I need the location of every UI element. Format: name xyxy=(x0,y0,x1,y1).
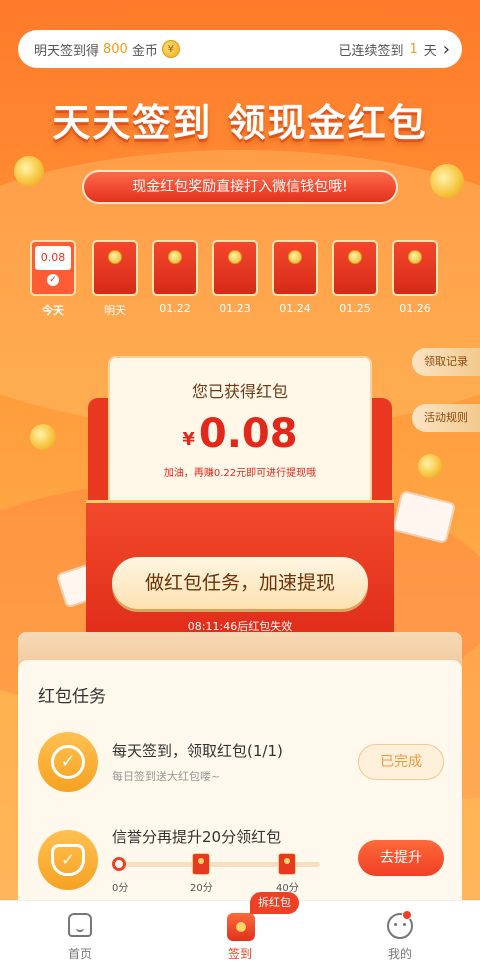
shield-check-icon: ✓ xyxy=(51,844,85,876)
open-envelope-badge[interactable]: 拆红包 xyxy=(250,892,299,914)
task-credit-icon: ✓ xyxy=(38,830,98,890)
wechat-payout-banner: 现金红包奖励直接打入微信钱包哦! xyxy=(82,170,398,204)
signin-reward-bar[interactable]: 明天签到得 800 金币 ¥ 已连续签到 1 天 › xyxy=(18,30,462,68)
signin-envelope-icon xyxy=(227,913,255,941)
nav-signin[interactable]: 签到 xyxy=(160,901,320,973)
page-headline: 天天签到 领现金红包 xyxy=(52,101,428,145)
red-envelope-icon xyxy=(392,240,438,296)
task-title: 信誉分再提升20分领红包 xyxy=(112,828,282,846)
nav-me[interactable]: 我的 xyxy=(320,901,480,973)
task-panel: 红包任务 ✓ 每天签到，领取红包(1/1) 每日签到送大红包喽~ 已完成 ✓ 信… xyxy=(18,660,462,920)
withdraw-hint: 加油，再赚0.22元即可进行提现哦 xyxy=(163,468,317,479)
day-label: 01.22 xyxy=(159,302,191,315)
day-0125[interactable]: 01.25 xyxy=(332,240,378,315)
opened-envelope-icon: 0.08 ✓ xyxy=(30,240,76,296)
notification-dot xyxy=(402,910,412,920)
day-0123[interactable]: 01.23 xyxy=(212,240,258,315)
nav-home[interactable]: 首页 xyxy=(0,901,160,973)
task-subtitle: 每日签到送大红包喽~ xyxy=(112,770,221,783)
red-envelope-icon xyxy=(272,240,318,296)
day-tomorrow[interactable]: 明天 xyxy=(92,240,138,318)
coin-decoration-icon xyxy=(418,454,442,478)
progress-start-marker xyxy=(112,857,126,871)
day-label: 01.23 xyxy=(219,302,251,315)
task-title: 每天签到，领取红包(1/1) xyxy=(112,742,283,760)
day-label: 01.25 xyxy=(339,302,371,315)
reward-amount-display: ¥ 0.08 xyxy=(110,412,370,456)
streak-info[interactable]: 已连续签到 1 天 › xyxy=(338,39,450,60)
reward-amount-value: 0.08 xyxy=(198,411,298,457)
progress-label: 20分 xyxy=(190,883,213,894)
red-envelope-icon xyxy=(332,240,378,296)
day-0126[interactable]: 01.26 xyxy=(392,240,438,315)
task-completed-button[interactable]: 已完成 xyxy=(358,744,444,780)
check-icon: ✓ xyxy=(47,274,59,286)
day-reward-value: 0.08 xyxy=(35,246,71,270)
task-checkin-icon: ✓ xyxy=(38,732,98,792)
activity-rules-button[interactable]: 活动规则 xyxy=(412,404,480,432)
red-envelope-icon xyxy=(152,240,198,296)
progress-envelope-icon xyxy=(278,853,296,875)
day-label: 01.26 xyxy=(399,302,431,315)
speed-up-withdraw-button[interactable]: 做红包任务，加速提现 xyxy=(112,557,368,609)
home-icon xyxy=(68,913,92,937)
signin-calendar: 0.08 ✓ 今天 明天 01.22 01.23 01.24 01.25 01.… xyxy=(30,240,450,320)
coin-decoration-icon xyxy=(30,424,56,450)
reward-prefix: 明天签到得 xyxy=(34,43,100,59)
chevron-right-icon[interactable]: › xyxy=(443,39,450,60)
progress-label: 0分 xyxy=(112,883,129,894)
streak-days: 1 xyxy=(409,41,418,57)
reward-amount: 800 xyxy=(103,41,128,57)
coin-decoration-icon xyxy=(14,156,44,186)
nav-signin-label: 签到 xyxy=(227,947,252,961)
red-envelope-icon xyxy=(92,240,138,296)
day-label: 今天 xyxy=(42,304,64,317)
streak-suffix: 天 xyxy=(423,43,437,59)
reward-suffix: 金币 xyxy=(131,43,158,59)
coin-decoration-icon xyxy=(430,164,464,198)
streak-prefix: 已连续签到 xyxy=(338,43,404,59)
day-today[interactable]: 0.08 ✓ 今天 xyxy=(30,240,76,318)
tomorrow-reward: 明天签到得 800 金币 ¥ xyxy=(34,40,180,59)
claim-records-button[interactable]: 领取记录 xyxy=(412,348,480,376)
day-0124[interactable]: 01.24 xyxy=(272,240,318,315)
progress-envelope-icon xyxy=(192,853,210,875)
nav-home-label: 首页 xyxy=(67,947,92,961)
task-improve-button[interactable]: 去提升 xyxy=(358,840,444,876)
coin-icon: ¥ xyxy=(161,40,180,58)
reward-card: 您已获得红包 ¥ 0.08 加油，再赚0.22元即可进行提现哦 xyxy=(108,356,372,524)
reward-card-title: 您已获得红包 xyxy=(191,382,288,401)
day-label: 明天 xyxy=(104,304,126,317)
task-panel-title: 红包任务 xyxy=(38,687,106,707)
nav-me-label: 我的 xyxy=(387,947,412,961)
check-icon: ✓ xyxy=(51,745,85,779)
currency-symbol: ¥ xyxy=(182,429,195,450)
red-envelope-icon xyxy=(212,240,258,296)
day-label: 01.24 xyxy=(279,302,311,315)
day-0122[interactable]: 01.22 xyxy=(152,240,198,315)
